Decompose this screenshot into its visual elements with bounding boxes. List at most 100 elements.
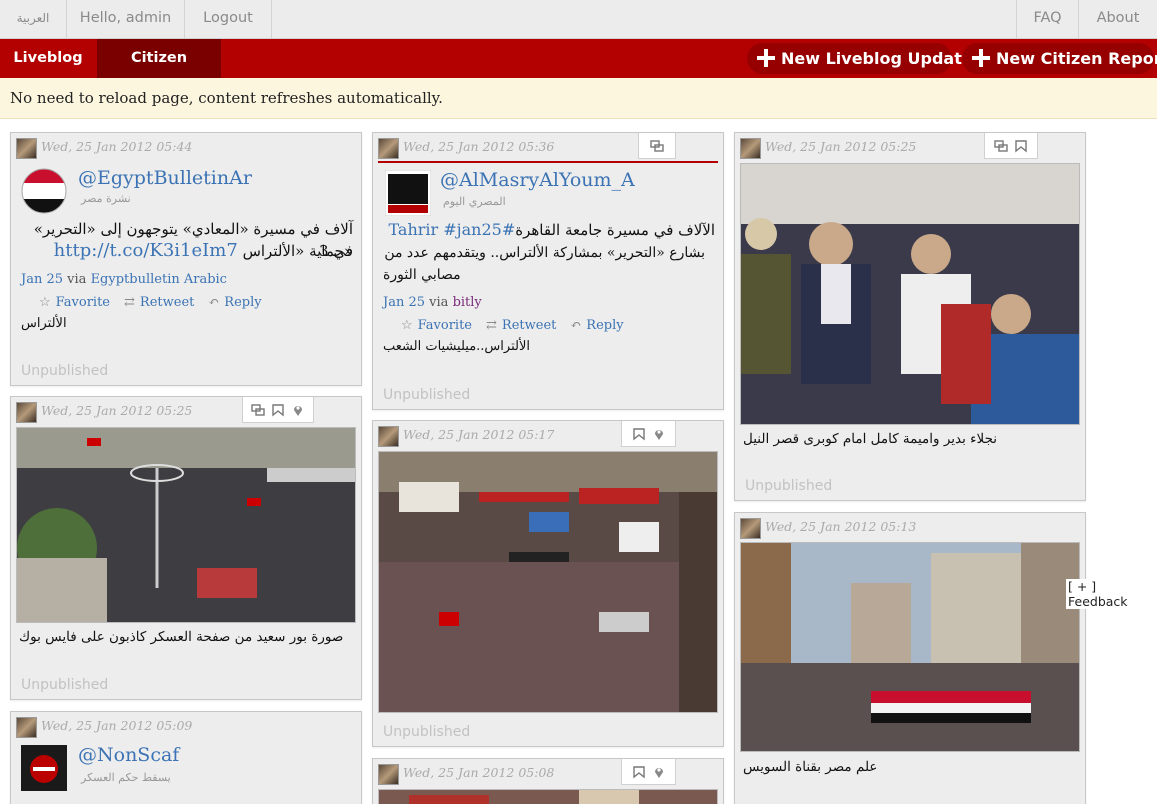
report-card[interactable]: Wed, 25 Jan 2012 05:36 @AlMasryAlYoum_A … xyxy=(372,132,724,410)
tab-liveblog[interactable]: Liveblog xyxy=(6,39,90,78)
reply-action[interactable]: ↶ Reply xyxy=(570,318,623,333)
tweet-date-link[interactable]: Jan 25 xyxy=(21,272,63,287)
report-note: الألتراس xyxy=(21,316,67,331)
tweet-via: via xyxy=(67,272,87,287)
faq-link[interactable]: FAQ xyxy=(1016,0,1078,38)
plus-icon xyxy=(972,49,990,67)
tweet-meta: Jan 25 via bitly xyxy=(383,295,482,310)
new-liveblog-update-label: New Liveblog Update xyxy=(781,49,973,68)
retweet-label: Retweet xyxy=(139,295,195,310)
retweet-action[interactable]: ⇄ Retweet xyxy=(124,295,194,310)
link-icon[interactable] xyxy=(994,139,1008,153)
report-date: Wed, 25 Jan 2012 05:08 xyxy=(403,765,555,780)
link-icon[interactable] xyxy=(251,403,265,417)
tweet-handle-link[interactable]: @AlMasryAlYoum_A xyxy=(440,169,635,191)
reply-action[interactable]: ↶ Reply xyxy=(208,295,261,310)
about-link[interactable]: About xyxy=(1078,0,1157,38)
report-photo[interactable] xyxy=(740,163,1080,425)
location-icon[interactable] xyxy=(652,427,666,441)
bookmark-icon[interactable] xyxy=(271,403,285,417)
report-date: Wed, 25 Jan 2012 05:17 xyxy=(403,427,555,442)
tweet-author-name: نشرة مصر xyxy=(81,192,131,205)
tweet-text-line2: بشارع «التحرير» بمشاركة الألتراس.. ويتقد… xyxy=(384,245,705,261)
tweet-handle-link[interactable]: @EgyptBulletinAr xyxy=(78,167,252,189)
new-citizen-report-label: New Citizen Report xyxy=(996,49,1157,68)
report-card[interactable]: Wed, 25 Jan 2012 05:44 @EgyptBulletinAr … xyxy=(10,132,362,386)
favorite-action[interactable]: ☆ Favorite xyxy=(401,318,472,333)
card-icon-bar xyxy=(621,421,676,447)
link-icon[interactable] xyxy=(650,139,664,153)
star-icon: ☆ xyxy=(39,295,51,310)
status-label: Unpublished xyxy=(383,724,471,740)
feedback-link[interactable]: [ + ] Feedback xyxy=(1066,579,1157,609)
report-photo[interactable] xyxy=(740,542,1080,752)
bookmark-icon[interactable] xyxy=(632,427,646,441)
report-card[interactable]: Wed, 25 Jan 2012 05:08 xyxy=(372,758,724,804)
photo-caption: صورة بور سعيد من صفحة العسكر كاذبون على … xyxy=(19,629,344,645)
tweet-text-tail: «حماية «الألتراس xyxy=(242,242,353,260)
avatar xyxy=(378,426,399,447)
retweet-label: Retweet xyxy=(501,318,557,333)
avatar xyxy=(740,138,761,159)
tweet-date-link[interactable]: Jan 25 xyxy=(383,295,425,310)
tweet-meta: Jan 25 via Egyptbulletin Arabic xyxy=(21,272,227,287)
status-label: Unpublished xyxy=(745,478,833,494)
report-photo[interactable] xyxy=(378,789,718,804)
status-label: Unpublished xyxy=(383,387,471,403)
hashtag-links[interactable]: #Tahrir #jan25 xyxy=(389,220,516,239)
report-note: الألتراس..ميليشيات الشعب xyxy=(383,339,530,354)
tweet-source-link[interactable]: Egyptbulletin Arabic xyxy=(91,272,227,287)
almasry-alyoum-logo xyxy=(385,170,431,216)
favorite-label: Favorite xyxy=(417,318,473,333)
report-date: Wed, 25 Jan 2012 05:44 xyxy=(41,139,193,154)
divider xyxy=(378,161,718,163)
report-photo[interactable] xyxy=(378,451,718,713)
tweet-via: via xyxy=(429,295,449,310)
bookmark-icon[interactable] xyxy=(1014,139,1028,153)
report-card[interactable]: Wed, 25 Jan 2012 05:13 علم مصر بقناة الس… xyxy=(734,512,1086,804)
tweet-actions: ☆ Favorite ⇄ Retweet ↶ Reply xyxy=(39,295,262,310)
retweet-icon: ⇄ xyxy=(124,295,135,310)
report-date: Wed, 25 Jan 2012 05:25 xyxy=(765,139,917,154)
new-citizen-report-button[interactable]: New Citizen Report xyxy=(962,43,1157,74)
avatar xyxy=(16,402,37,423)
report-card[interactable]: Wed, 25 Jan 2012 05:17 Unpublished xyxy=(372,420,724,747)
location-icon[interactable] xyxy=(291,403,305,417)
new-liveblog-update-button[interactable]: New Liveblog Update xyxy=(747,43,973,74)
card-icon-bar xyxy=(621,759,676,785)
card-icon-bar xyxy=(638,133,676,159)
retweet-icon: ⇄ xyxy=(486,318,497,333)
favorite-label: Favorite xyxy=(55,295,111,310)
report-card[interactable]: Wed, 25 Jan 2012 05:09 @NonScaf يسقط حكم… xyxy=(10,711,362,804)
language-switch-link[interactable]: العربية xyxy=(0,0,67,38)
avatar xyxy=(378,138,399,159)
report-date: Wed, 25 Jan 2012 05:13 xyxy=(765,519,917,534)
card-icon-bar xyxy=(242,397,314,423)
tweet-source-link[interactable]: bitly xyxy=(453,295,482,310)
avatar xyxy=(740,518,761,539)
report-photo[interactable] xyxy=(16,427,356,623)
avatar xyxy=(16,138,37,159)
nonscaf-avatar xyxy=(21,745,67,791)
report-card[interactable]: Wed, 25 Jan 2012 05:25 صورة بور سعيد من … xyxy=(10,396,362,700)
location-icon[interactable] xyxy=(652,765,666,779)
star-icon: ☆ xyxy=(401,318,413,333)
egypt-flag-avatar xyxy=(21,168,67,214)
tweet-link[interactable]: http://t.co/K3i1eIm7 xyxy=(54,240,238,261)
report-card[interactable]: Wed, 25 Jan 2012 05:25 نجلاء بدير واميمة… xyxy=(734,132,1086,501)
tweet-handle-link[interactable]: @NonScaf xyxy=(78,744,179,766)
tab-citizen-reports[interactable]: Citizen Reports xyxy=(97,39,221,105)
favorite-action[interactable]: ☆ Favorite xyxy=(39,295,110,310)
greeting-text: Hello, admin xyxy=(67,0,185,38)
auto-refresh-notice: No need to reload page, content refreshe… xyxy=(0,78,1157,119)
tweet-text-line2: «حماية «الألتراس http://t.co/K3i1eIm7 xyxy=(21,240,353,262)
status-label: Unpublished xyxy=(21,677,109,693)
retweet-action[interactable]: ⇄ Retweet xyxy=(486,318,556,333)
avatar xyxy=(16,717,37,738)
bookmark-icon[interactable] xyxy=(632,765,646,779)
photo-caption: نجلاء بدير واميمة كامل امام كوبرى قصر ال… xyxy=(743,431,998,447)
logout-link[interactable]: Logout xyxy=(185,0,272,38)
plus-icon xyxy=(757,49,775,67)
top-bar: العربية Hello, admin Logout FAQ About xyxy=(0,0,1157,39)
report-date: Wed, 25 Jan 2012 05:09 xyxy=(41,718,193,733)
